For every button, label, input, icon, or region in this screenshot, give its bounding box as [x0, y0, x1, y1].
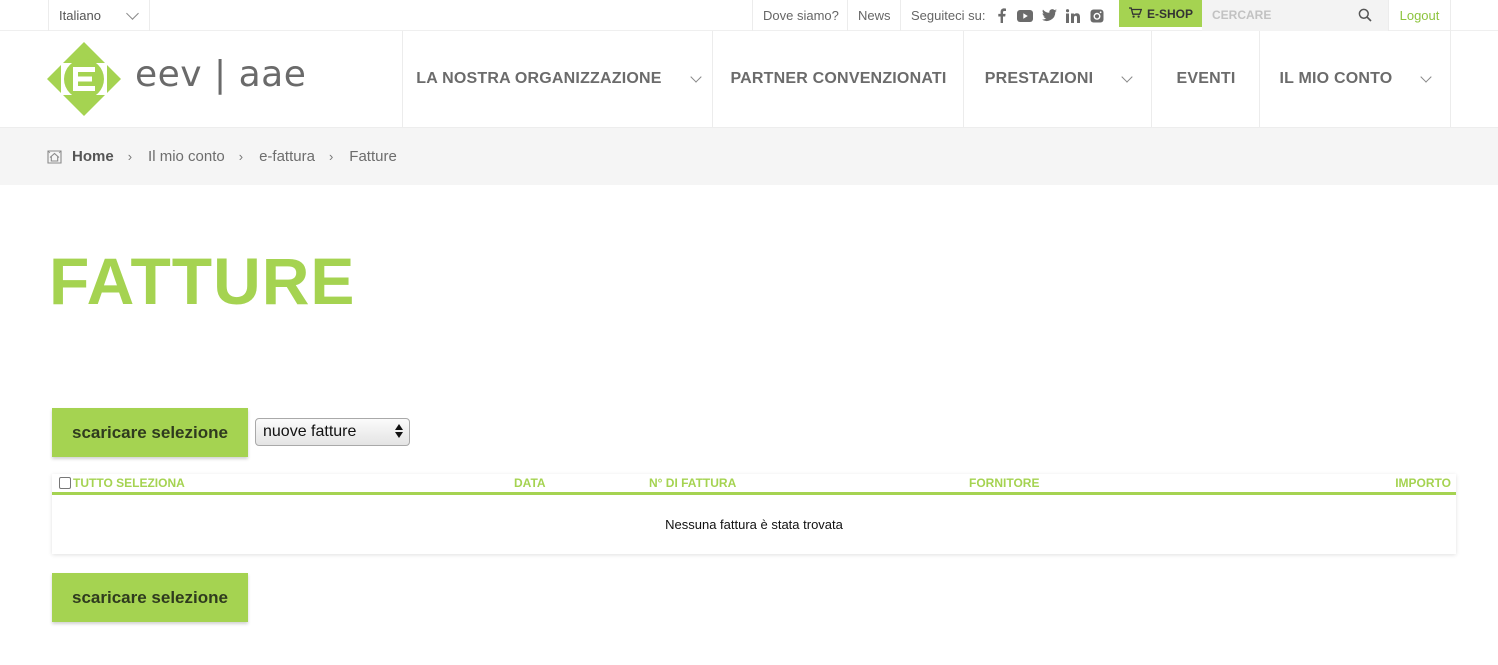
instagram-icon[interactable] [1089, 8, 1105, 24]
nav-my-account[interactable]: IL MIO CONTO [1259, 31, 1450, 127]
chevron-down-icon [690, 70, 702, 83]
logo-mark-icon [47, 42, 121, 116]
top-utility-bar: Italiano Dove siamo? News Seguiteci su: … [0, 0, 1498, 31]
breadcrumb-home[interactable]: Home [72, 148, 114, 165]
page-title: FATTURE [49, 244, 356, 318]
facebook-icon[interactable] [993, 8, 1009, 24]
main-header: eev | aae LA NOSTRA ORGANIZZAZIONE PARTN… [0, 31, 1498, 127]
column-date: DATA [514, 476, 546, 490]
nav-label: EVENTI [1176, 70, 1236, 87]
nav-services[interactable]: PRESTAZIONI [963, 31, 1152, 127]
youtube-icon[interactable] [1017, 8, 1033, 24]
nav-partners[interactable]: PARTNER CONVENZIONATI [712, 31, 964, 127]
eshop-label: E-SHOP [1147, 6, 1194, 21]
chevron-down-icon [1121, 70, 1133, 83]
breadcrumb-e-invoice[interactable]: e-fattura [259, 148, 315, 165]
chevron-down-icon [126, 7, 139, 20]
breadcrumb-current: Fatture [349, 148, 397, 165]
language-label: Italiano [59, 8, 101, 23]
breadcrumb-separator-icon: › [328, 149, 334, 164]
nav-label: PARTNER CONVENZIONATI [730, 70, 947, 87]
news-link[interactable]: News [847, 0, 901, 31]
social-links [993, 0, 1105, 31]
where-link[interactable]: Dove siamo? [752, 0, 849, 31]
search-input[interactable] [1202, 0, 1352, 29]
breadcrumb-separator-icon: › [238, 149, 244, 164]
home-icon[interactable] [47, 149, 63, 165]
logo-wordmark: eev | aae [135, 54, 307, 95]
nav-organization[interactable]: LA NOSTRA ORGANIZZAZIONE [402, 31, 713, 127]
logout-link[interactable]: Logout [1388, 0, 1451, 31]
chevron-down-icon [1420, 70, 1433, 83]
follow-label: Seguiteci su: [900, 0, 991, 31]
nav-label: PRESTAZIONI [984, 70, 1094, 87]
search-icon[interactable] [1358, 8, 1372, 27]
invoice-table: TUTTO SELEZIONA DATA N° DI FATTURA FORNI… [52, 474, 1456, 554]
breadcrumb-my-account[interactable]: Il mio conto [148, 148, 225, 165]
column-supplier: FORNITORE [969, 476, 1040, 490]
table-header: TUTTO SELEZIONA DATA N° DI FATTURA FORNI… [52, 474, 1456, 495]
twitter-icon[interactable] [1041, 8, 1057, 24]
linkedin-icon[interactable] [1065, 8, 1081, 24]
column-invoice-number: N° DI FATTURA [649, 476, 737, 490]
download-selection-button-bottom[interactable]: scaricare selezione [52, 573, 248, 622]
nav-label: IL MIO CONTO [1279, 70, 1393, 87]
select-arrows-icon [395, 424, 403, 438]
breadcrumb: Home › Il mio conto › e-fattura › Fattur… [0, 127, 1498, 185]
logo[interactable]: eev | aae [47, 42, 306, 116]
column-select-all[interactable]: TUTTO SELEZIONA [73, 476, 185, 490]
invoice-filter-value: nuove fatture [263, 423, 357, 440]
column-amount: IMPORTO [1395, 476, 1451, 490]
cart-icon [1129, 6, 1143, 21]
eshop-button[interactable]: E-SHOP [1119, 0, 1202, 27]
nav-events[interactable]: EVENTI [1151, 31, 1260, 127]
breadcrumb-separator-icon: › [127, 149, 133, 164]
invoice-filter-select[interactable]: nuove fatture [255, 418, 410, 446]
download-selection-button[interactable]: scaricare selezione [52, 408, 248, 457]
empty-table-message: Nessuna fattura è stata trovata [665, 517, 843, 532]
language-selector[interactable]: Italiano [48, 0, 150, 31]
select-all-checkbox[interactable] [59, 477, 71, 489]
search-box [1202, 0, 1388, 31]
nav-divider [1450, 31, 1451, 127]
nav-label: LA NOSTRA ORGANIZZAZIONE [416, 70, 662, 87]
